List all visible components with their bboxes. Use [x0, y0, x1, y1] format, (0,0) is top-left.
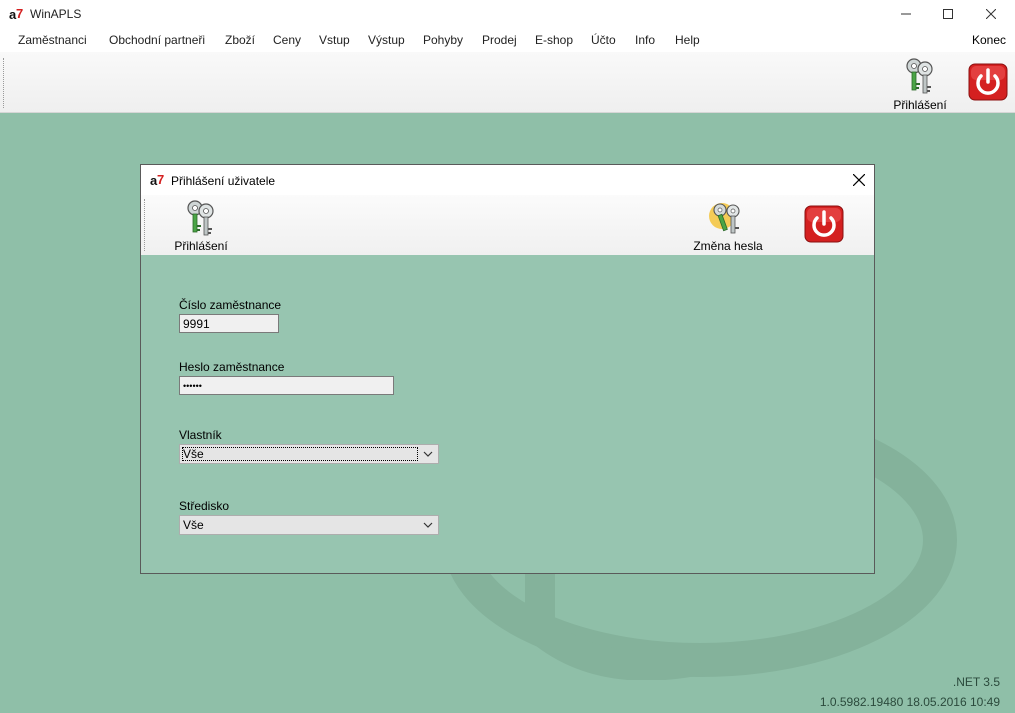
menu-prodej[interactable]: Prodej	[482, 33, 517, 47]
close-icon	[986, 9, 996, 19]
menu-ucto[interactable]: Účto	[591, 33, 616, 47]
menu-pohyby[interactable]: Pohyby	[423, 33, 463, 47]
app-logo-icon: a 7	[9, 6, 23, 22]
dialog-title-bar: a 7 Přihlášení uživatele	[141, 165, 874, 195]
svg-text:7: 7	[16, 6, 23, 21]
employee-number-input[interactable]: 9991	[179, 314, 279, 333]
build-version: 1.0.5982.19480 18.05.2016 10:49	[819, 695, 1000, 709]
close-icon	[852, 173, 866, 187]
employee-password-input[interactable]: ••••••	[179, 376, 394, 395]
toolbar-grip[interactable]	[3, 58, 5, 108]
dialog-toolbar-grip[interactable]	[144, 199, 146, 251]
dialog-close-button[interactable]	[848, 169, 870, 191]
menu-vystup[interactable]: Výstup	[368, 33, 405, 47]
framework-version: .NET 3.5	[952, 675, 1000, 689]
minimize-button[interactable]	[883, 0, 929, 28]
owner-select[interactable]: Vše	[179, 444, 439, 464]
menu-bar: Zaměstnanci Obchodní partneři Zboží Ceny…	[0, 28, 1015, 52]
change-password-keys-icon	[709, 203, 740, 234]
app-title: WinAPLS	[30, 7, 82, 21]
chevron-down-icon	[423, 451, 433, 457]
login-dialog: a 7 Přihlášení uživatele Přihlášení Změn…	[140, 164, 875, 574]
chevron-down-icon	[423, 522, 433, 528]
menu-ceny[interactable]: Ceny	[273, 33, 301, 47]
power-icon	[968, 63, 1008, 101]
change-password-button[interactable]: Změna hesla	[691, 198, 765, 254]
login-toolbar-button[interactable]: Přihlášení	[890, 56, 950, 112]
menu-obchodni-partneri[interactable]: Obchodní partneři	[109, 33, 205, 47]
dialog-login-button[interactable]: Přihlášení	[171, 198, 231, 254]
menu-help[interactable]: Help	[675, 33, 700, 47]
exit-toolbar-button[interactable]	[968, 63, 1008, 101]
maximize-icon	[943, 9, 953, 19]
keys-icon	[187, 200, 214, 236]
close-window-button[interactable]	[968, 0, 1014, 28]
employee-password-label: Heslo zaměstnance	[179, 360, 285, 374]
dialog-toolbar: Přihlášení Změna hesla	[141, 195, 874, 255]
change-password-label: Změna hesla	[693, 239, 763, 253]
power-icon	[804, 205, 844, 243]
dialog-title: Přihlášení uživatele	[171, 174, 276, 188]
menu-vstup[interactable]: Vstup	[319, 33, 350, 47]
owner-select-value: Vše	[183, 447, 204, 461]
main-toolbar: Přihlášení	[0, 52, 1015, 113]
menu-zbozi[interactable]: Zboží	[225, 33, 255, 47]
title-bar: a 7 WinAPLS	[0, 0, 1015, 28]
dialog-exit-button[interactable]	[804, 205, 844, 243]
menu-info[interactable]: Info	[635, 33, 655, 47]
owner-label: Vlastník	[179, 428, 222, 442]
menu-zamestnanci[interactable]: Zaměstnanci	[18, 33, 87, 47]
keys-icon	[906, 58, 933, 94]
menu-konec[interactable]: Konec	[972, 33, 1006, 47]
dialog-login-label: Přihlášení	[174, 239, 228, 253]
employee-number-label: Číslo zaměstnance	[179, 298, 282, 312]
maximize-button[interactable]	[925, 0, 971, 28]
login-toolbar-label: Přihlášení	[893, 98, 947, 112]
focus-rectangle	[182, 447, 418, 461]
minimize-icon	[901, 13, 911, 15]
dialog-logo-icon: a 7	[150, 172, 164, 188]
center-select[interactable]: Vše	[179, 515, 439, 535]
center-select-value: Vše	[183, 518, 204, 532]
center-label: Středisko	[179, 499, 230, 513]
svg-text:7: 7	[157, 172, 164, 187]
menu-e-shop[interactable]: E-shop	[535, 33, 573, 47]
